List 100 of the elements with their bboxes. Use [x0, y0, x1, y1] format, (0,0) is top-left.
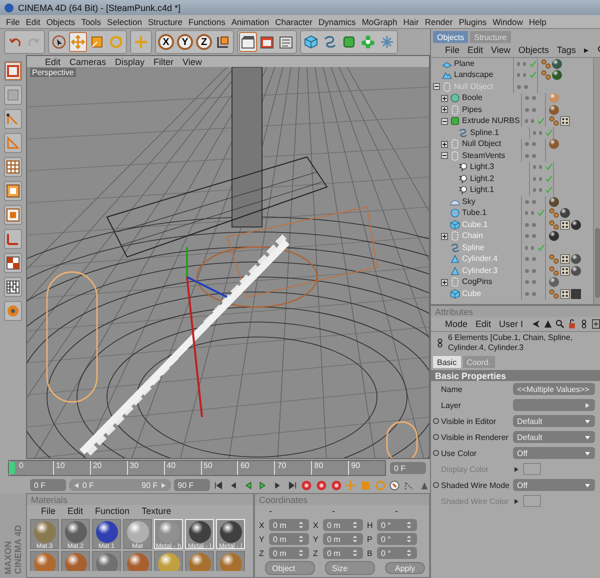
menu-item[interactable]: File: [6, 16, 20, 26]
viewport-menu-item[interactable]: Edit: [45, 56, 61, 66]
menu-item[interactable]: Help: [528, 16, 546, 26]
menu-item[interactable]: MoGraph: [362, 16, 398, 26]
coordinate-field[interactable]: 0 m: [323, 533, 363, 545]
viewport-menu-item[interactable]: Filter: [154, 56, 174, 66]
menu-item[interactable]: Character: [275, 16, 312, 26]
color-swatch[interactable]: [523, 463, 541, 475]
light-bulb-icon: [458, 174, 468, 184]
right-triangle-icon: [513, 498, 520, 504]
menu-item[interactable]: Animation: [231, 16, 270, 26]
menu-item[interactable]: Structure: [148, 16, 182, 26]
coordinate-field[interactable]: 0 m: [323, 547, 363, 559]
property-label: Visible in Editor: [441, 416, 496, 426]
visibility-dot[interactable]: [517, 62, 520, 66]
visibility-dot[interactable]: [523, 62, 526, 66]
menu-item[interactable]: Functions: [188, 16, 226, 26]
property-dropdown[interactable]: Off: [513, 447, 595, 459]
menu-item[interactable]: Window: [492, 16, 523, 26]
coordinate-field[interactable]: 0 °: [377, 519, 417, 531]
record-icon: [301, 480, 312, 490]
menu-item[interactable]: Objects: [518, 45, 549, 55]
viewport-menu-item[interactable]: Cameras: [70, 56, 106, 66]
menu-item[interactable]: Render: [424, 16, 453, 26]
menu-item[interactable]: Edit: [68, 506, 84, 516]
playback-button[interactable]: [389, 478, 401, 492]
scrollbar[interactable]: [593, 58, 600, 304]
panel-tab[interactable]: Objects: [433, 31, 468, 43]
animation-dot[interactable]: [433, 434, 439, 440]
texture-mode-icon: [6, 208, 20, 222]
mode-button[interactable]: [4, 181, 22, 201]
cube-icon: [450, 220, 460, 230]
coordinate-field[interactable]: 0 °: [377, 547, 417, 559]
coordinate-field[interactable]: 0 °: [377, 533, 417, 545]
animation-dot[interactable]: [433, 450, 439, 456]
object-name[interactable]: Landscape: [454, 70, 494, 80]
property-dropdown[interactable]: Default: [513, 415, 595, 427]
menu-item[interactable]: Hair: [403, 16, 419, 26]
tool-button[interactable]: [239, 32, 257, 52]
mode-button[interactable]: [4, 277, 22, 297]
snowflake-icon: [380, 35, 394, 49]
up-down-arrows-icon: [297, 521, 305, 529]
right-triangle-icon: [160, 482, 167, 488]
object-mode-icon: [6, 88, 20, 102]
animation-dot[interactable]: [433, 482, 439, 488]
menu-item[interactable]: Tools: [81, 16, 102, 26]
menu-item[interactable]: File: [41, 506, 56, 516]
material-tag[interactable]: [552, 70, 562, 80]
axis-label: X: [259, 520, 265, 530]
visibility-dot[interactable]: [517, 73, 520, 78]
color-swatch[interactable]: [523, 495, 541, 507]
menu-item[interactable]: Edit: [26, 16, 40, 26]
menu-item[interactable]: Selection: [107, 16, 142, 26]
menu-item[interactable]: Function: [95, 506, 130, 516]
menu-item[interactable]: Mode: [445, 319, 468, 329]
column-header: -: [332, 506, 335, 516]
attribute-tab[interactable]: Basic: [433, 356, 461, 368]
more-menu-arrow[interactable]: ▸: [584, 45, 589, 55]
playback-button[interactable]: [316, 478, 328, 492]
menu-item[interactable]: File: [445, 45, 460, 55]
menu-item[interactable]: Dynamics: [318, 16, 356, 26]
key-rotate-icon: [374, 480, 386, 490]
menu-item[interactable]: Edit: [468, 45, 484, 55]
viewport-menu-item[interactable]: Display: [115, 56, 145, 66]
property-dropdown[interactable]: Off: [513, 479, 595, 491]
visibility-dot[interactable]: [523, 73, 526, 78]
playback-button[interactable]: [301, 478, 313, 492]
key-param-icon: [389, 480, 400, 490]
menu-item[interactable]: Texture: [142, 506, 172, 516]
axis-lock-button[interactable]: X: [157, 32, 175, 52]
menu-item[interactable]: Edit: [476, 319, 492, 329]
menu-item[interactable]: View: [491, 45, 510, 55]
current-frame-field[interactable]: 0 F: [390, 462, 426, 474]
coordinate-field[interactable]: 0 m: [269, 533, 309, 545]
end-frame-field[interactable]: 90 F: [174, 479, 210, 491]
axis-lock-button[interactable]: Z: [195, 32, 213, 52]
coordinate-field[interactable]: 0 m: [269, 519, 309, 531]
coordinate-field[interactable]: 0 m: [323, 519, 363, 531]
skip-start-icon: [213, 480, 224, 490]
axis-lock-button[interactable]: Y: [176, 32, 194, 52]
viewport-menu-item[interactable]: View: [182, 56, 202, 66]
playback-button[interactable]: [330, 478, 342, 492]
menu-item[interactable]: User I: [499, 319, 524, 329]
scale-square-icon: [90, 35, 104, 49]
material-tag[interactable]: [552, 58, 562, 69]
property-dropdown[interactable]: Default: [513, 431, 595, 443]
menu-item[interactable]: Plugins: [458, 16, 487, 26]
mode-button[interactable]: [4, 253, 22, 273]
object-name[interactable]: Plane: [454, 58, 474, 69]
playhead-marker[interactable]: [9, 462, 15, 474]
name-field[interactable]: <<Multiple Values>>: [513, 383, 595, 395]
left-triangle-icon: [73, 482, 80, 488]
menu-item[interactable]: Objects: [46, 16, 76, 26]
mountain-icon: [442, 70, 452, 80]
magnet-icon: [6, 304, 20, 318]
menu-item[interactable]: Tags: [556, 45, 576, 55]
layer-field[interactable]: [513, 399, 595, 411]
start-frame-field[interactable]: 0 F: [30, 479, 66, 491]
animation-dot[interactable]: [433, 418, 439, 424]
coordinate-field[interactable]: 0 m: [269, 547, 309, 559]
